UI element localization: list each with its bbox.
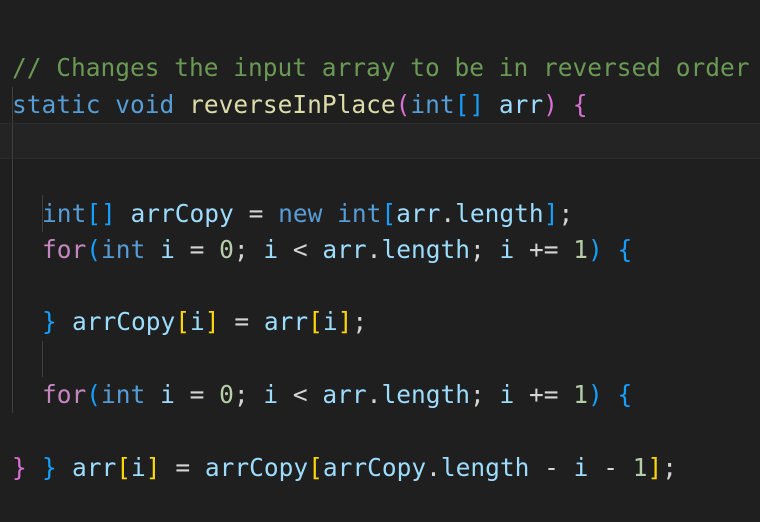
indent-guide xyxy=(12,304,13,341)
code-line-signature[interactable]: static void reverseInPlace(int[] arr) { xyxy=(0,50,760,119)
body-semicolon: ; xyxy=(662,452,677,482)
body-index: i xyxy=(131,452,146,482)
indent-guide xyxy=(12,268,13,305)
code-line-empty[interactable] xyxy=(0,268,760,305)
indent-guide xyxy=(12,159,13,196)
minus-op: - xyxy=(529,452,574,482)
method-close: } xyxy=(12,450,27,486)
body-lhs: arr xyxy=(72,452,117,482)
brace-close: } xyxy=(12,452,27,482)
body-index: i xyxy=(573,452,589,482)
code-line-declaration[interactable]: int[] arrCopy = new int[arr.length]; xyxy=(0,122,760,228)
body-assign: = xyxy=(160,452,205,482)
code-line-comment[interactable]: // Changes the input array to be in reve… xyxy=(0,14,760,82)
inner-dot: . xyxy=(426,452,441,482)
indent-guide xyxy=(12,340,13,377)
code-line-body-1[interactable]: arrCopy[i] = arr[i]; xyxy=(0,195,760,336)
minus-op: - xyxy=(588,452,633,482)
body-one: 1 xyxy=(632,452,648,482)
code-line-for-1[interactable]: for(int i = 0; i < arr.length; i += 1) { xyxy=(0,159,760,264)
bracket-open: [ xyxy=(308,452,323,482)
code-line-close-2[interactable]: } xyxy=(0,376,760,482)
body-rhs: arrCopy xyxy=(204,452,309,482)
code-line-close-1[interactable]: } xyxy=(0,231,760,336)
indent-guide xyxy=(12,376,13,414)
indent-guide xyxy=(12,86,13,123)
bracket-open: [ xyxy=(116,452,132,482)
indent-guide xyxy=(12,195,13,232)
inner-prop: length xyxy=(440,452,530,482)
code-line-body-2[interactable]: arr[i] = arrCopy[arrCopy.length - i - 1]… xyxy=(0,340,760,482)
code-line-for-2[interactable]: for(int i = 0; i < arr.length; i += 1) { xyxy=(0,304,760,409)
bracket-close: ] xyxy=(647,452,663,482)
code-line-method-close[interactable]: } xyxy=(0,413,760,482)
indent-guide xyxy=(12,123,13,159)
indent-guide xyxy=(12,231,13,269)
loop-body-2: arr[i] = arrCopy[arrCopy.length - i - 1]… xyxy=(72,450,677,486)
inner-obj: arrCopy xyxy=(322,452,427,482)
code-editor[interactable]: // Changes the input array to be in reve… xyxy=(0,14,760,482)
indent-guide xyxy=(42,340,43,377)
indent-guide xyxy=(42,195,43,232)
code-line-empty[interactable] xyxy=(0,86,760,123)
bracket-close: ] xyxy=(145,452,161,482)
